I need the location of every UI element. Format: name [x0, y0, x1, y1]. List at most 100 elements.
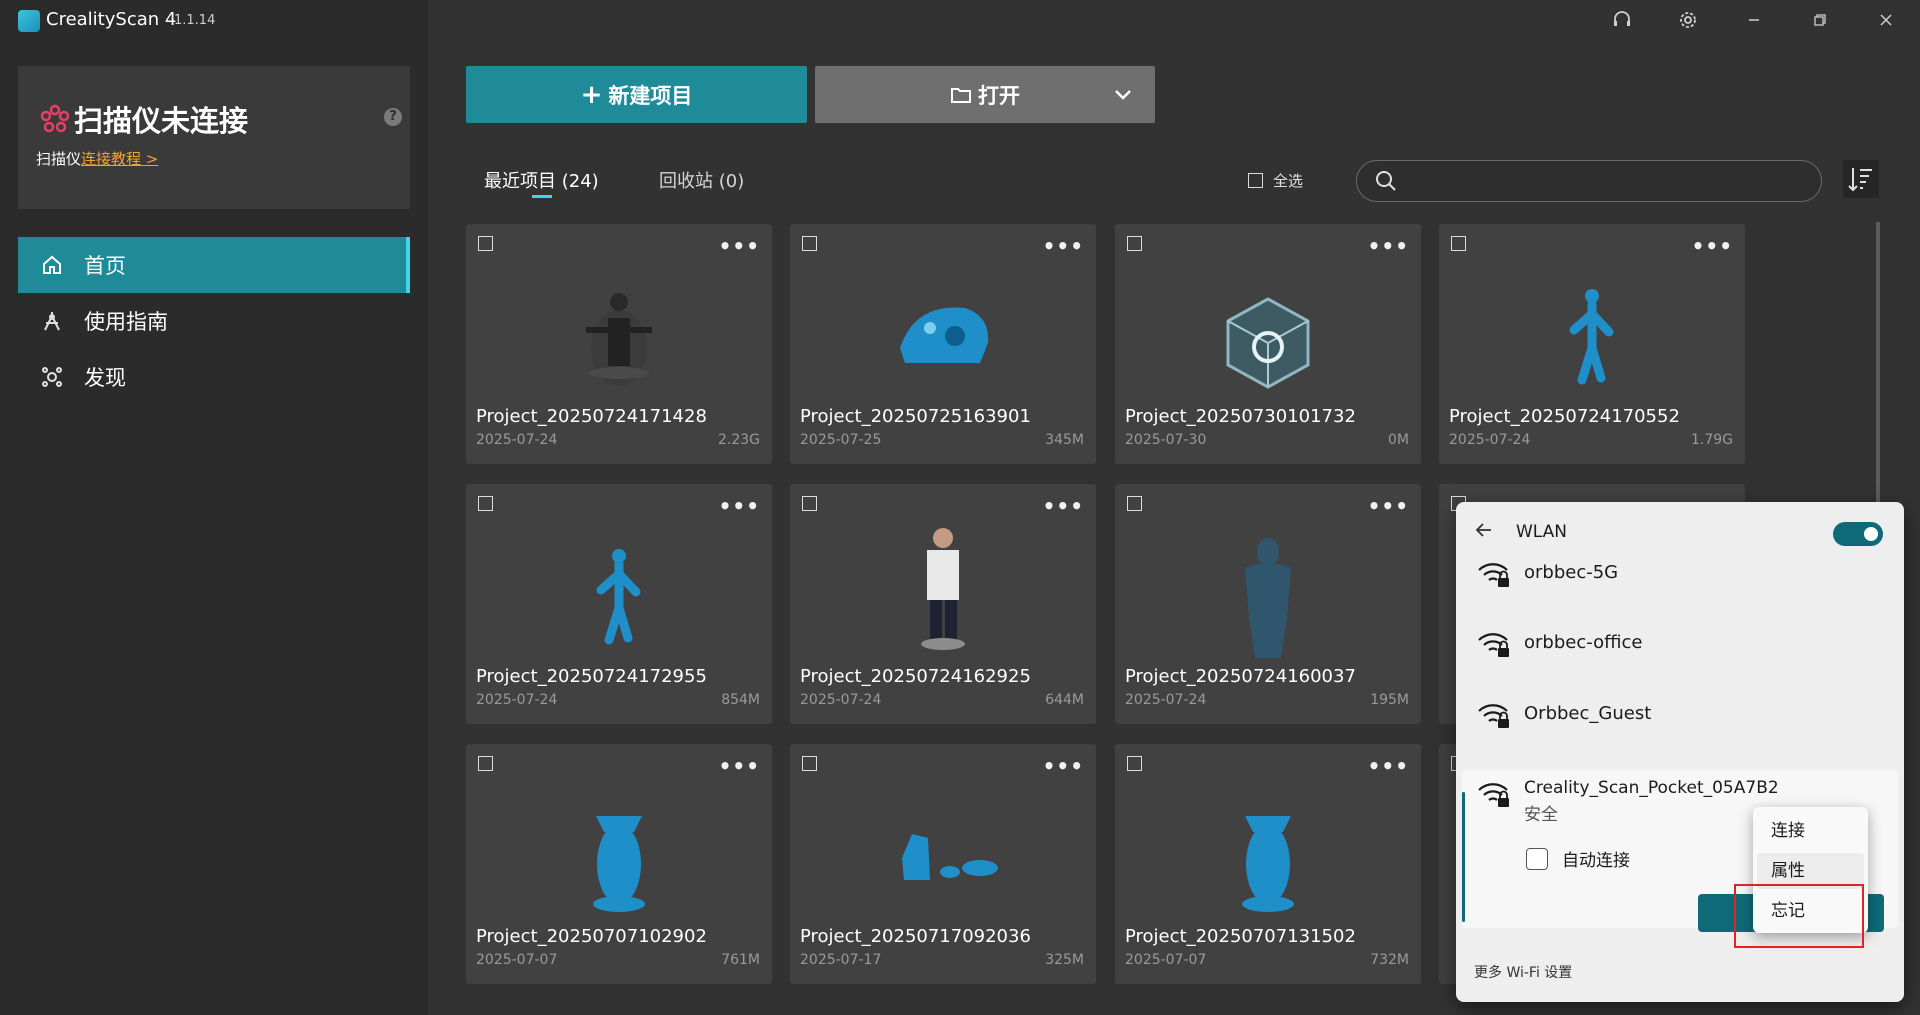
project-date: 2025-07-07: [1125, 952, 1207, 968]
headset-icon[interactable]: [1606, 6, 1638, 34]
restore-icon[interactable]: [1804, 6, 1836, 34]
search-icon: [1376, 171, 1396, 191]
project-name: Project_20250707102902: [476, 926, 707, 947]
menu-item-connect[interactable]: 连接: [1757, 813, 1864, 849]
active-tab-indicator: [532, 195, 552, 198]
network-name: orbbec-5G: [1524, 562, 1619, 583]
close-icon[interactable]: [1870, 6, 1902, 34]
wifi-network-item[interactable]: orbbec-5G: [1456, 542, 1904, 608]
project-name: Project_20250724171428: [476, 406, 707, 427]
project-thumbnail: [1569, 289, 1614, 385]
project-thumbnail: [900, 307, 989, 363]
project-date: 2025-07-30: [1125, 432, 1207, 448]
project-size: 0M: [1388, 432, 1409, 448]
project-card[interactable]: ••• Project_20250724162925 2025-07-24 644M: [790, 484, 1096, 724]
project-date: 2025-07-25: [800, 432, 882, 448]
project-date: 2025-07-17: [800, 952, 882, 968]
project-date: 2025-07-24: [1449, 432, 1531, 448]
project-card[interactable]: ••• Project_20250724172955 2025-07-24 854M: [466, 484, 772, 724]
project-size: 761M: [721, 952, 760, 968]
project-thumbnail: [1245, 538, 1291, 658]
wifi-locked-icon: [1478, 633, 1509, 657]
chevron-down-icon[interactable]: [1113, 80, 1133, 108]
project-name: Project_20250730101732: [1125, 406, 1356, 427]
new-project-button[interactable]: + 新建项目: [466, 66, 807, 123]
sidebar: 扫描仪未连接 ? 扫描仪连接教程 > 首页 使用指南 发现: [0, 0, 428, 1015]
project-name: Project_20250707131502: [1125, 926, 1356, 947]
project-card[interactable]: ••• Project_20250730101732 2025-07-30 0M: [1115, 224, 1421, 464]
project-size: 1.79G: [1690, 432, 1733, 448]
project-card[interactable]: ••• Project_20250717092036 2025-07-17 325M: [790, 744, 1096, 984]
scanner-status-title: 扫描仪未连接: [74, 104, 249, 138]
project-name: Project_20250717092036: [800, 926, 1031, 947]
project-name: Project_20250724162925: [800, 666, 1031, 687]
project-thumbnail: [1242, 816, 1294, 912]
scrollbar-thumb[interactable]: [1876, 222, 1880, 502]
tab-recent-projects[interactable]: 最近项目 (24): [484, 167, 599, 193]
project-thumbnail: [586, 293, 652, 386]
project-date: 2025-07-24: [1125, 692, 1207, 708]
tutorial-line: 扫描仪连接教程 >: [36, 148, 158, 169]
auto-connect-box[interactable]: [1526, 847, 1548, 870]
tab-recycle-bin[interactable]: 回收站 (0): [659, 167, 744, 193]
app-version: 1.1.14: [174, 13, 216, 28]
nav-item-home[interactable]: 首页: [18, 237, 410, 293]
project-date: 2025-07-07: [476, 952, 558, 968]
search-input[interactable]: [1356, 160, 1822, 202]
nav-discover-label: 发现: [84, 366, 126, 390]
auto-connect-checkbox[interactable]: 自动连接: [1526, 846, 1630, 871]
project-card[interactable]: ••• Project_20250707102902 2025-07-07 761M: [466, 744, 772, 984]
wifi-network-item[interactable]: orbbec-office: [1456, 612, 1904, 678]
toggle-knob: [1864, 527, 1878, 541]
nav-home-label: 首页: [84, 254, 126, 278]
minimize-icon[interactable]: [1738, 6, 1770, 34]
project-card[interactable]: ••• Project_20250724171428 2025-07-24 2.23G: [466, 224, 772, 464]
plus-icon: +: [580, 79, 603, 110]
new-project-label: 新建项目: [608, 83, 693, 108]
network-name: orbbec-office: [1524, 632, 1643, 653]
project-card[interactable]: ••• Project_20250725163901 2025-07-25 345M: [790, 224, 1096, 464]
more-wifi-settings-link[interactable]: 更多 Wi-Fi 设置: [1474, 962, 1572, 982]
select-all-label: 全选: [1273, 172, 1304, 190]
scanner-disconnected-icon: [40, 104, 70, 133]
sort-button[interactable]: [1843, 160, 1879, 198]
project-size: 644M: [1045, 692, 1084, 708]
gear-icon[interactable]: [1672, 6, 1704, 34]
project-size: 345M: [1045, 432, 1084, 448]
open-button[interactable]: 打开: [815, 66, 1155, 123]
nav-guide-label: 使用指南: [84, 310, 168, 334]
project-card[interactable]: ••• Project_20250724160037 2025-07-24 195M: [1115, 484, 1421, 724]
nav-item-guide[interactable]: 使用指南: [18, 293, 410, 349]
project-size: 732M: [1370, 952, 1409, 968]
home-icon: [43, 255, 61, 274]
select-all-checkbox[interactable]: 全选: [1248, 170, 1303, 191]
project-thumbnail: [1226, 297, 1310, 389]
back-arrow-icon[interactable]: [1474, 520, 1494, 540]
project-name: Project_20250724170552: [1449, 406, 1680, 427]
project-card[interactable]: ••• Project_20250707131502 2025-07-07 732M: [1115, 744, 1421, 984]
network-name: Orbbec_Guest: [1524, 703, 1652, 724]
open-label: 打开: [978, 83, 1020, 108]
project-thumbnail: [593, 816, 645, 912]
project-date: 2025-07-24: [476, 692, 558, 708]
auto-connect-label: 自动连接: [1562, 851, 1630, 871]
app-title: CrealityScan 4: [46, 9, 177, 30]
project-thumbnail: [596, 549, 641, 645]
connection-tutorial-link[interactable]: 连接教程 >: [81, 150, 158, 168]
help-icon[interactable]: ?: [384, 108, 402, 126]
discover-icon: [42, 367, 62, 387]
select-all-box[interactable]: [1248, 173, 1263, 188]
wifi-locked-icon: [1478, 783, 1509, 807]
scanner-status-card: 扫描仪未连接 ? 扫描仪连接教程 >: [18, 66, 410, 209]
nav-item-discover[interactable]: 发现: [18, 349, 410, 405]
project-size: 2.23G: [717, 432, 760, 448]
wifi-network-item[interactable]: Orbbec_Guest: [1456, 683, 1904, 749]
title-bar: CrealityScan 4 1.1.14: [0, 0, 1920, 40]
project-card[interactable]: ••• Project_20250724170552 2025-07-24 1.79G: [1439, 224, 1745, 464]
project-name: Project_20250724160037: [1125, 666, 1356, 687]
project-size: 195M: [1370, 692, 1409, 708]
highlight-box: [1734, 884, 1864, 948]
project-name: Project_20250724172955: [476, 666, 707, 687]
project-thumbnail: [902, 834, 998, 880]
project-date: 2025-07-24: [476, 432, 558, 448]
